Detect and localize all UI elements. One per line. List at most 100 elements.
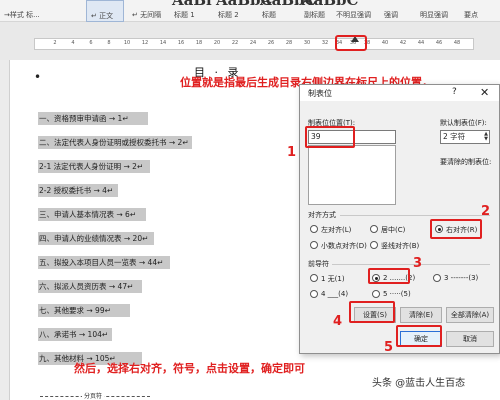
ruler-position-highlight	[335, 35, 367, 51]
ruler-number: 30	[303, 40, 311, 46]
page-break-label: 分页符	[82, 391, 105, 400]
ruler-number: 12	[141, 40, 149, 46]
ruler-number: 16	[177, 40, 185, 46]
align-bar-radio[interactable]	[370, 241, 378, 249]
toc-line[interactable]: 2-1 法定代表人身份证明 → 2↵	[38, 160, 150, 173]
leader-underline-label: 4 ___(4)	[321, 290, 349, 298]
style-label: ↵ 无间隔	[132, 11, 162, 19]
ruler-number: 10	[123, 40, 131, 46]
annotation-bottom-note: 然后，选择右对齐，符号，点击设置，确定即可	[74, 362, 305, 375]
style-item[interactable]: →样式 标...	[0, 0, 46, 22]
dialog-titlebar: 制表位 ? ✕	[300, 85, 499, 101]
style-preview: AaBl	[172, 0, 212, 9]
style-label: ↵ 正文	[91, 12, 114, 20]
style-item[interactable]: AaBbC 标题	[258, 0, 316, 22]
cancel-button[interactable]: 取消	[446, 331, 494, 347]
ruler-number: 46	[435, 40, 443, 46]
ruler-number: 32	[321, 40, 329, 46]
dialog-title: 制表位	[308, 89, 332, 98]
ruler-number: 44	[417, 40, 425, 46]
ruler-number: 48	[453, 40, 461, 46]
default-tab-value: 2 字符	[443, 132, 466, 141]
style-label: 强调	[384, 11, 398, 19]
step-number: 5	[384, 340, 394, 355]
style-label: 标题	[262, 11, 276, 19]
align-bar-label: 竖线对齐(B)	[381, 242, 420, 250]
ruler-number: 14	[159, 40, 167, 46]
ruler-number: 22	[231, 40, 239, 46]
highlight-set-button	[349, 301, 395, 323]
align-left-label: 左对齐(L)	[321, 226, 352, 234]
clear-button[interactable]: 清除(E)	[400, 307, 442, 323]
style-item[interactable]: 不明显强调	[332, 0, 376, 22]
ruler-number: 6	[89, 40, 93, 46]
alignment-group-label: 对齐方式	[308, 211, 336, 219]
watermark: 头条 @蓝击人生百态	[372, 378, 466, 389]
highlight-ok-button	[396, 325, 442, 347]
highlight-leader-dots	[368, 268, 410, 284]
toc-line[interactable]: 五、拟投入本项目人员一览表 → 44↵	[38, 256, 170, 269]
style-label: 不明显强调	[336, 11, 371, 19]
ruler-number: 24	[249, 40, 257, 46]
align-center-radio[interactable]	[370, 225, 378, 233]
leader-underline-radio[interactable]	[310, 290, 318, 298]
style-item[interactable]: 要点	[460, 0, 496, 22]
leader-group-label: 前导符	[308, 260, 329, 268]
align-center-label: 居中(C)	[381, 226, 406, 234]
align-decimal-radio[interactable]	[310, 241, 318, 249]
style-item[interactable]: AaBbC 标题 2	[214, 0, 272, 22]
step-number: 3	[413, 256, 423, 271]
style-item[interactable]: ↵ 无间隔	[128, 0, 168, 22]
leader-middots-radio[interactable]	[372, 290, 380, 298]
horizontal-ruler[interactable]: 2 4 6 8 10 12 14 16 18 20 22 24 26 28 30…	[34, 38, 474, 50]
ruler-number: 26	[267, 40, 275, 46]
close-icon[interactable]: ✕	[480, 86, 489, 99]
ruler-number: 18	[195, 40, 203, 46]
default-tab-label: 默认制表位(F):	[440, 119, 487, 127]
style-item[interactable]: AaBl 标题 1	[170, 0, 212, 22]
style-label: 标题 1	[174, 11, 195, 19]
vertical-ruler	[0, 60, 10, 400]
toc-line[interactable]: 八、承诺书 → 104↵	[38, 328, 112, 341]
ruler-number: 28	[285, 40, 293, 46]
toc-line[interactable]: 四、申请人的业绩情况表 → 20↵	[38, 232, 154, 245]
leader-dashes-radio[interactable]	[433, 274, 441, 282]
style-item-normal[interactable]: ↵ 正文	[86, 0, 124, 22]
style-label: 明显强调	[420, 11, 448, 19]
style-item[interactable]: 明显强调	[416, 0, 458, 22]
style-item[interactable]: 强调	[380, 0, 416, 22]
toc-line[interactable]: 2-2 授权委托书 → 4↵	[38, 184, 118, 197]
leader-dashes-label: 3 -------(3)	[444, 274, 479, 282]
ruler-number: 8	[107, 40, 111, 46]
leader-none-label: 1 无(1)	[321, 275, 345, 283]
toc-line[interactable]: 二、法定代表人身份证明或授权委托书 → 2↵	[38, 136, 192, 149]
leader-middots-label: 5 ·····(5)	[383, 290, 411, 298]
toc-line[interactable]: 三、申请人基本情况表 → 6↵	[38, 208, 146, 221]
tab-position-list[interactable]	[308, 145, 396, 205]
toc-line[interactable]: 七、其他要求 → 99↵	[38, 304, 130, 317]
ruler-number: 20	[213, 40, 221, 46]
group-divider	[332, 264, 490, 265]
leader-none-radio[interactable]	[310, 274, 318, 282]
bullet-mark: •	[34, 70, 42, 84]
clear-tabs-label: 要清除的制表位:	[440, 158, 492, 166]
toc-line[interactable]: 一、资格预审申请函 → 1↵	[38, 112, 148, 125]
help-icon[interactable]: ?	[452, 87, 457, 97]
toc-line[interactable]: 六、拟派人员资历表 → 47↵	[38, 280, 142, 293]
style-gallery: →样式 标... ↵ 正文 ↵ 无间隔 AaBl 标题 1 AaBbC 标题 2 A…	[0, 0, 500, 22]
style-label: 标题 2	[218, 11, 239, 19]
ruler-number: 42	[399, 40, 407, 46]
step-number: 2	[481, 204, 491, 219]
style-label: →样式 标...	[4, 11, 40, 19]
clear-all-button[interactable]: 全部清除(A)	[446, 307, 494, 323]
step-number: 1	[287, 145, 297, 160]
step-number: 4	[333, 314, 343, 329]
style-label: 要点	[464, 11, 478, 19]
ruler-number: 4	[71, 40, 75, 46]
ruler-number: 2	[53, 40, 57, 46]
spinner-icon[interactable]: ▲ ▼	[484, 132, 488, 142]
align-left-radio[interactable]	[310, 225, 318, 233]
default-tab-input[interactable]: 2 字符 ▲ ▼	[440, 130, 490, 144]
highlight-tab-position	[305, 126, 355, 148]
group-divider	[340, 215, 490, 216]
